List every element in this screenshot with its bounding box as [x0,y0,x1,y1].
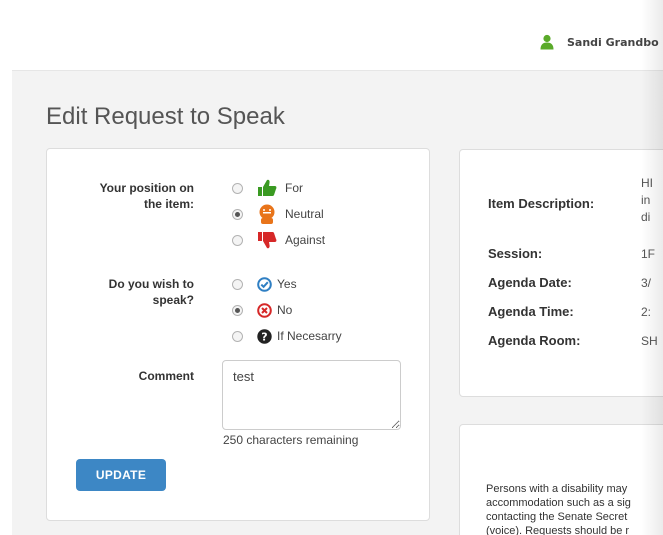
option-label-yes: Yes [277,277,297,291]
accessibility-note-panel: Persons with a disability may accommodat… [459,424,663,535]
user-icon [540,34,554,50]
position-option-against[interactable]: Against [232,231,326,249]
agenda-time-label: Agenda Time: [488,304,574,319]
top-navbar: Sandi Grandbo [12,12,663,71]
position-label-line1: Your position on [99,181,194,195]
page-title: Edit Request to Speak [46,103,285,130]
note-line4: (voice). Requests should be r [486,525,630,535]
option-label-for: For [285,181,303,195]
request-form-panel: Your position on the item: For Neutral A… [46,148,430,521]
item-info-panel: Item Description: HI in di Session: 1F A… [459,149,663,397]
option-label-if-necessary: If Necesarry [277,329,342,343]
radio-against[interactable] [232,234,243,246]
session-label: Session: [488,246,543,261]
radio-if-necessary[interactable] [232,330,243,342]
position-option-for[interactable]: For [232,179,303,197]
item-description-label: Item Description: [488,196,595,211]
option-label-against: Against [285,233,326,247]
option-label-no: No [277,303,293,317]
speak-label-line2: speak? [152,293,194,307]
neutral-face-icon [257,204,277,224]
radio-neutral[interactable] [232,208,243,220]
agenda-room-label: Agenda Room: [488,333,581,348]
svg-text:?: ? [261,330,267,343]
position-option-neutral[interactable]: Neutral [232,204,324,224]
comment-textarea[interactable]: test [222,360,401,430]
note-line3: contacting the Senate Secret [486,511,628,523]
accessibility-note: Persons with a disability may accommodat… [486,482,663,535]
chars-remaining: 250 characters remaining [223,433,359,447]
question-circle-icon: ? [257,328,272,344]
speak-option-if-necessary[interactable]: ? If Necesarry [232,328,342,344]
radio-yes[interactable] [232,278,243,290]
comment-label: Comment [138,369,194,383]
note-line2: accommodation such as a sig [486,497,631,509]
speak-label-line1: Do you wish to [108,277,194,291]
agenda-date-label: Agenda Date: [488,275,572,290]
update-button[interactable]: UPDATE [76,459,166,491]
speak-option-yes[interactable]: Yes [232,276,297,292]
window-edge-shadow [641,0,663,535]
position-label: Your position on the item: [57,180,194,212]
radio-no[interactable] [232,304,243,316]
thumbs-down-icon [257,231,277,249]
option-label-neutral: Neutral [285,207,324,221]
speak-option-no[interactable]: No [232,302,292,318]
thumbs-up-icon [257,179,277,197]
x-circle-icon [257,302,272,318]
radio-for[interactable] [232,182,243,194]
check-circle-icon [257,276,272,292]
position-label-line2: the item: [143,197,194,211]
app-window: Sandi Grandbo Edit Request to Speak Your… [12,12,663,535]
speak-label: Do you wish to speak? [57,276,194,308]
note-line1: Persons with a disability may [486,483,628,495]
